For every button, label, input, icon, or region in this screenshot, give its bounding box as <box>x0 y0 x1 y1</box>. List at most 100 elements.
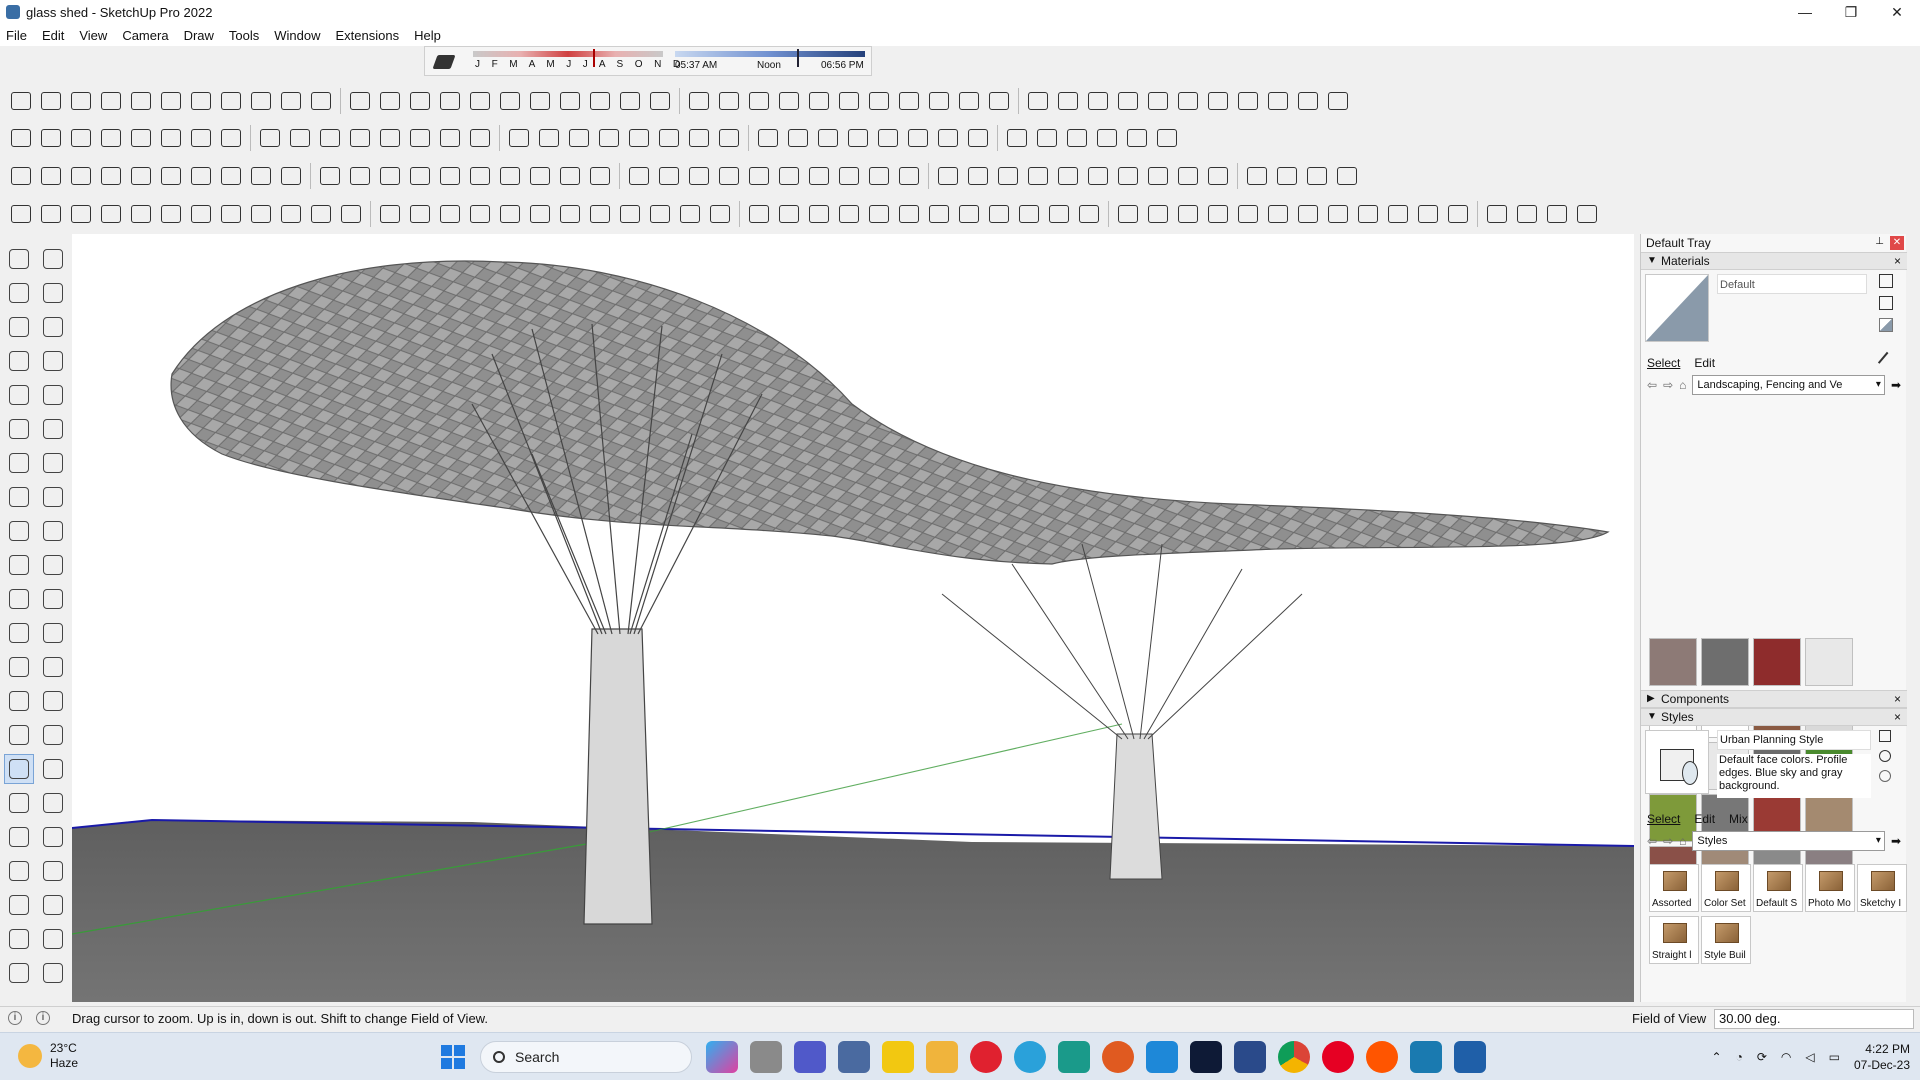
palette-tool-icon[interactable] <box>4 856 34 886</box>
toolbar-tool-icon[interactable] <box>66 162 96 190</box>
time-slider[interactable] <box>675 51 865 57</box>
home-icon[interactable]: ⌂ <box>1679 378 1686 392</box>
create-style-icon[interactable] <box>1879 730 1891 742</box>
toolbar-tool-icon[interactable] <box>555 162 585 190</box>
toolbar-tool-icon[interactable] <box>96 124 126 152</box>
toolbar-tool-icon[interactable] <box>894 87 924 115</box>
menu-file[interactable]: File <box>6 28 27 43</box>
palette-tool-icon[interactable] <box>4 788 34 818</box>
toolbar-tool-icon[interactable] <box>285 124 315 152</box>
toolbar-tool-icon[interactable] <box>774 162 804 190</box>
style-folder-sketchy[interactable]: Sketchy I <box>1857 864 1907 912</box>
palette-tool-icon[interactable] <box>38 550 68 580</box>
back-arrow-icon[interactable]: ⇦ <box>1647 378 1657 392</box>
toolbar-tool-icon[interactable] <box>276 87 306 115</box>
styles-tab-mix[interactable]: Mix <box>1729 812 1748 826</box>
toolbar-tool-icon[interactable] <box>1074 200 1104 228</box>
styles-collection-select[interactable]: Styles ▾ <box>1692 831 1885 851</box>
palette-tool-icon[interactable] <box>4 516 34 546</box>
toolbar-tool-icon[interactable] <box>36 87 66 115</box>
network-icon[interactable]: ◔ <box>1736 1050 1743 1064</box>
toolbar-tool-icon[interactable] <box>216 162 246 190</box>
toolbar-tool-icon[interactable] <box>126 124 156 152</box>
palette-tool-icon[interactable] <box>38 958 68 988</box>
close-button[interactable]: ✕ <box>1874 0 1920 24</box>
toolbar-tool-icon[interactable] <box>1122 124 1152 152</box>
toolbar-tool-icon[interactable] <box>1203 162 1233 190</box>
toolbar-tool-icon[interactable] <box>405 200 435 228</box>
palette-tool-icon[interactable] <box>38 516 68 546</box>
toolbar-tool-icon[interactable] <box>1443 200 1473 228</box>
toolbar-tool-icon[interactable] <box>864 87 894 115</box>
opera-icon[interactable] <box>970 1041 1002 1073</box>
teams-icon[interactable] <box>794 1041 826 1073</box>
toolbar-tool-icon[interactable] <box>306 87 336 115</box>
toolbar-tool-icon[interactable] <box>714 124 744 152</box>
soundcloud-icon[interactable] <box>1366 1041 1398 1073</box>
paint-bucket-icon[interactable] <box>1879 274 1893 288</box>
styles-close-icon[interactable]: × <box>1894 709 1901 725</box>
toolbar-tool-icon[interactable] <box>933 124 963 152</box>
toolbar-tool-icon[interactable] <box>753 124 783 152</box>
update-style-icon[interactable] <box>1879 750 1891 762</box>
app-icon[interactable] <box>1058 1041 1090 1073</box>
toolbar-tool-icon[interactable] <box>375 124 405 152</box>
menu-edit[interactable]: Edit <box>42 28 64 43</box>
toolbar-tool-icon[interactable] <box>1242 162 1272 190</box>
toolbar-tool-icon[interactable] <box>594 124 624 152</box>
styles-tab-edit[interactable]: Edit <box>1694 812 1715 826</box>
palette-tool-icon[interactable] <box>4 380 34 410</box>
style-folder-default[interactable]: Default S <box>1753 864 1803 912</box>
palette-tool-icon[interactable] <box>38 652 68 682</box>
menu-window[interactable]: Window <box>274 28 320 43</box>
toolbar-tool-icon[interactable] <box>216 200 246 228</box>
toolbar-tool-icon[interactable] <box>1542 200 1572 228</box>
palette-tool-icon[interactable] <box>4 584 34 614</box>
toolbar-tool-icon[interactable] <box>1143 200 1173 228</box>
shadow-toggle-icon[interactable] <box>432 55 456 69</box>
palette-tool-icon[interactable] <box>38 788 68 818</box>
toolbar-tool-icon[interactable] <box>435 124 465 152</box>
toolbar-tool-icon[interactable] <box>156 124 186 152</box>
toolbar-tool-icon[interactable] <box>1113 200 1143 228</box>
toolbar-tool-icon[interactable] <box>1263 87 1293 115</box>
menu-extensions[interactable]: Extensions <box>336 28 400 43</box>
palette-tool-icon[interactable] <box>4 448 34 478</box>
tray-close-button[interactable]: ✕ <box>1890 236 1904 250</box>
toolbar-tool-icon[interactable] <box>246 87 276 115</box>
pinterest-icon[interactable] <box>1322 1041 1354 1073</box>
palette-tool-icon[interactable] <box>4 618 34 648</box>
toolbar-tool-icon[interactable] <box>246 162 276 190</box>
refresh-icon[interactable] <box>1879 770 1891 782</box>
toolbar-tool-icon[interactable] <box>924 87 954 115</box>
palette-tool-icon[interactable] <box>4 550 34 580</box>
start-button[interactable] <box>441 1045 465 1069</box>
sketchup-taskbar-icon[interactable] <box>1454 1041 1486 1073</box>
tray-pin-icon[interactable]: ⊥ <box>1875 236 1884 247</box>
palette-tool-icon[interactable] <box>38 856 68 886</box>
toolbar-tool-icon[interactable] <box>345 124 375 152</box>
toolbar-tool-icon[interactable] <box>6 87 36 115</box>
wifi-icon[interactable]: ◠ <box>1781 1050 1791 1064</box>
material-swatch[interactable] <box>1701 638 1749 686</box>
toolbar-tool-icon[interactable] <box>6 162 36 190</box>
material-swatch[interactable] <box>1805 638 1853 686</box>
toolbar-tool-icon[interactable] <box>834 162 864 190</box>
toolbar-tool-icon[interactable] <box>1413 200 1443 228</box>
toolbar-tool-icon[interactable] <box>345 87 375 115</box>
toolbar-tool-icon[interactable] <box>1233 200 1263 228</box>
toolbar-tool-icon[interactable] <box>894 200 924 228</box>
vscode-icon[interactable] <box>1146 1041 1178 1073</box>
toolbar-tool-icon[interactable] <box>1293 200 1323 228</box>
toolbar-tool-icon[interactable] <box>555 200 585 228</box>
toolbar-tool-icon[interactable] <box>813 124 843 152</box>
toolbar-tool-icon[interactable] <box>1272 162 1302 190</box>
time-slider-handle[interactable] <box>797 49 799 67</box>
toolbar-tool-icon[interactable] <box>1302 162 1332 190</box>
copilot-icon[interactable] <box>706 1041 738 1073</box>
toolbar-tool-icon[interactable] <box>126 87 156 115</box>
toolbar-tool-icon[interactable] <box>96 162 126 190</box>
calculator-icon[interactable] <box>838 1041 870 1073</box>
toolbar-tool-icon[interactable] <box>714 162 744 190</box>
toolbar-tool-icon[interactable] <box>654 162 684 190</box>
